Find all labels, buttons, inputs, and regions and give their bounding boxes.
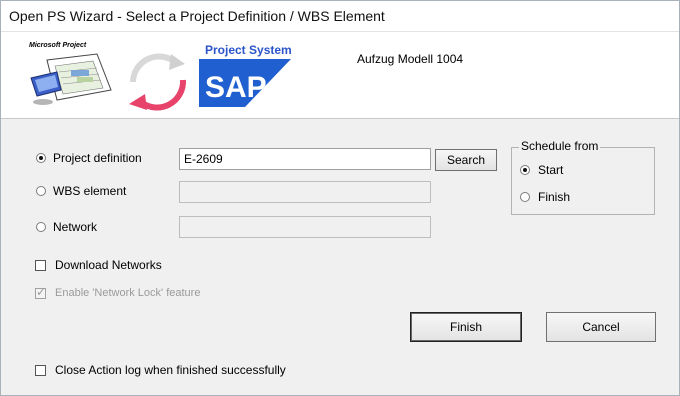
schedule-from-group — [511, 147, 655, 215]
finish-button[interactable]: Finish — [410, 312, 522, 342]
wbs-element-input[interactable] — [179, 181, 431, 203]
wizard-window: Open PS Wizard - Select a Project Defini… — [0, 0, 680, 396]
project-definition-input[interactable] — [179, 148, 431, 170]
schedule-finish-radio[interactable] — [520, 192, 530, 202]
sync-arrows-icon — [129, 53, 187, 111]
wbs-element-radio[interactable] — [36, 186, 46, 196]
ms-project-icon — [30, 53, 112, 105]
schedule-from-title: Schedule from — [519, 139, 601, 153]
network-label: Network — [53, 220, 98, 234]
title-bar[interactable]: Open PS Wizard - Select a Project Defini… — [1, 1, 679, 32]
network-input[interactable] — [179, 216, 431, 238]
close-action-log-label: Close Action log when finished successfu… — [55, 363, 286, 377]
schedule-finish-label: Finish — [538, 190, 571, 204]
schedule-start-radio[interactable] — [520, 165, 530, 175]
ms-project-logo-text: Microsoft Project — [29, 42, 87, 49]
schedule-start-label: Start — [538, 163, 564, 177]
project-definition-radio[interactable] — [36, 153, 46, 163]
checkmark-icon: ✓ — [36, 285, 47, 299]
project-name: Aufzug Modell 1004 — [357, 52, 464, 66]
logo-area: Microsoft Project Project System SAP — [21, 32, 311, 118]
project-definition-label: Project definition — [53, 151, 142, 165]
window-title: Open PS Wizard - Select a Project Defini… — [9, 8, 385, 24]
header-banner: Microsoft Project Project System SAP Auf… — [1, 32, 679, 119]
network-lock-checkbox[interactable]: ✓ — [35, 285, 47, 299]
wbs-element-label: WBS element — [53, 184, 127, 198]
sap-logo: SAP — [199, 59, 291, 107]
network-radio[interactable] — [36, 222, 46, 232]
project-system-logo-text: Project System — [205, 43, 292, 57]
cancel-button[interactable]: Cancel — [546, 312, 656, 342]
download-networks-label: Download Networks — [55, 258, 162, 272]
close-action-log-checkbox[interactable] — [35, 365, 46, 376]
search-button[interactable]: Search — [435, 149, 497, 171]
network-lock-label: Enable 'Network Lock' feature — [55, 287, 201, 299]
svg-text:SAP: SAP — [205, 71, 267, 104]
download-networks-checkbox[interactable] — [35, 260, 46, 271]
